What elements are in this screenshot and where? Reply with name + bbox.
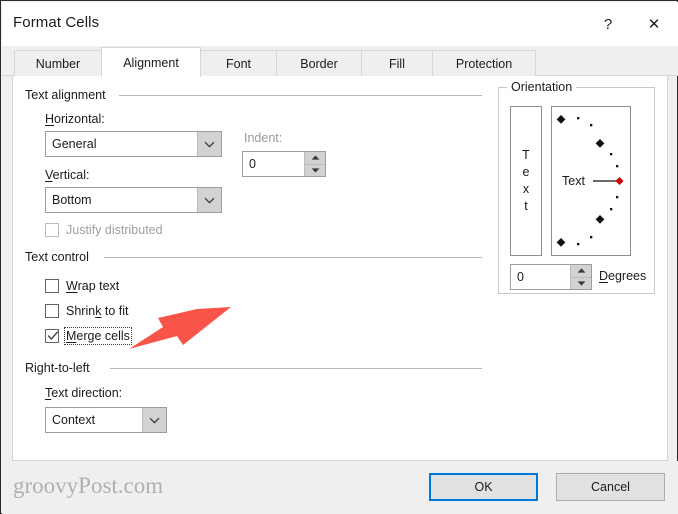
vertical-text-letter-1: T bbox=[522, 148, 530, 162]
vertical-label: Vertical: bbox=[45, 168, 90, 182]
justify-distributed-checkbox bbox=[45, 223, 59, 237]
indent-spinner[interactable]: 0 bbox=[242, 151, 326, 177]
justify-distributed-checkbox-row: Justify distributed bbox=[45, 223, 163, 237]
tab-bar: Number Alignment Font Border Fill Protec… bbox=[2, 46, 678, 77]
orientation-group: T e x t Text 0 Degrees bbox=[498, 87, 655, 294]
vertical-label-rest: ertical: bbox=[52, 168, 90, 182]
degrees-increment-button[interactable] bbox=[571, 265, 591, 277]
chevron-down-icon[interactable] bbox=[142, 408, 166, 432]
vertical-text-preview[interactable]: T e x t bbox=[510, 106, 542, 256]
dial-text-label: Text bbox=[562, 174, 585, 188]
shrink-to-fit-label: Shrink to fit bbox=[66, 304, 129, 318]
text-direction-combobox[interactable]: Context bbox=[45, 407, 167, 433]
question-mark-icon: ? bbox=[603, 15, 613, 33]
horizontal-alignment-value: General bbox=[52, 137, 97, 151]
checkmark-icon bbox=[47, 331, 59, 341]
tab-fill[interactable]: Fill bbox=[361, 50, 433, 76]
indent-value[interactable]: 0 bbox=[243, 152, 304, 176]
close-icon: ✕ bbox=[647, 15, 661, 33]
degrees-spin-buttons bbox=[570, 265, 591, 289]
indent-label: Indent: bbox=[244, 131, 283, 145]
tab-number[interactable]: Number bbox=[14, 50, 102, 76]
tab-font[interactable]: Font bbox=[200, 50, 277, 76]
indent-decrement-button[interactable] bbox=[305, 163, 325, 176]
degrees-value[interactable]: 0 bbox=[511, 265, 570, 289]
wrap-text-label: Wrap text bbox=[66, 279, 120, 293]
justify-distributed-label: Justify distributed bbox=[66, 223, 163, 237]
horizontal-label: Horizontal: bbox=[45, 112, 105, 126]
window-title: Format Cells bbox=[13, 14, 100, 31]
degrees-decrement-button[interactable] bbox=[571, 276, 591, 289]
vertical-text-letter-3: x bbox=[522, 182, 530, 196]
text-alignment-group-label: Text alignment bbox=[25, 88, 110, 102]
text-direction-label-rest: ext direction: bbox=[51, 386, 123, 400]
vertical-text-letter-4: t bbox=[524, 199, 528, 213]
tab-border[interactable]: Border bbox=[276, 50, 362, 76]
orientation-group-label: Orientation bbox=[507, 80, 577, 94]
text-direction-label: Text direction: bbox=[45, 386, 123, 400]
vertical-alignment-combobox[interactable]: Bottom bbox=[45, 187, 222, 213]
text-control-group-label: Text control bbox=[25, 250, 93, 264]
ok-button[interactable]: OK bbox=[429, 473, 538, 501]
dialog-footer: groovyPost.com OK Cancel bbox=[2, 461, 678, 514]
shrink-to-fit-checkbox[interactable] bbox=[45, 304, 59, 318]
degrees-label: Degrees bbox=[599, 269, 647, 283]
right-to-left-group-label: Right-to-left bbox=[25, 361, 94, 375]
right-to-left-group-rule bbox=[110, 368, 482, 369]
merge-cells-checkbox[interactable] bbox=[45, 329, 59, 343]
wrap-text-checkbox-row[interactable]: Wrap text bbox=[45, 279, 119, 293]
merge-cells-label: Merge cells bbox=[64, 327, 132, 345]
tab-alignment[interactable]: Alignment bbox=[101, 47, 201, 77]
dial-current-angle-marker[interactable] bbox=[615, 177, 624, 185]
orientation-dial-graphic[interactable]: Text bbox=[552, 107, 630, 255]
text-control-group-rule bbox=[104, 257, 482, 258]
watermark: groovyPost.com bbox=[13, 473, 164, 498]
vertical-text-letter-2: e bbox=[522, 165, 530, 179]
degrees-spinner[interactable]: 0 bbox=[510, 264, 592, 290]
tab-protection[interactable]: Protection bbox=[432, 50, 536, 76]
chevron-down-icon[interactable] bbox=[197, 188, 221, 212]
orientation-dial[interactable]: Text bbox=[551, 106, 631, 256]
horizontal-alignment-combobox[interactable]: General bbox=[45, 131, 222, 157]
chevron-down-icon[interactable] bbox=[197, 132, 221, 156]
close-button[interactable]: ✕ bbox=[631, 3, 677, 45]
help-button[interactable]: ? bbox=[585, 3, 631, 45]
shrink-to-fit-checkbox-row[interactable]: Shrink to fit bbox=[45, 304, 129, 318]
text-direction-value: Context bbox=[52, 413, 96, 427]
format-cells-dialog: Format Cells ? ✕ Number Alignment Font B… bbox=[0, 0, 678, 514]
merge-cells-checkbox-row[interactable]: Merge cells bbox=[45, 327, 132, 345]
cancel-button[interactable]: Cancel bbox=[556, 473, 665, 501]
alignment-tab-panel: Text alignment Horizontal: General Inden… bbox=[12, 76, 668, 461]
title-bar: Format Cells ? ✕ bbox=[2, 2, 678, 46]
indent-increment-button[interactable] bbox=[305, 152, 325, 164]
vertical-alignment-value: Bottom bbox=[52, 193, 92, 207]
wrap-text-checkbox[interactable] bbox=[45, 279, 59, 293]
text-alignment-group-rule bbox=[119, 95, 482, 96]
indent-spin-buttons bbox=[304, 152, 325, 176]
degrees-label-rest: egrees bbox=[608, 269, 647, 283]
horizontal-label-rest: orizontal: bbox=[54, 112, 105, 126]
